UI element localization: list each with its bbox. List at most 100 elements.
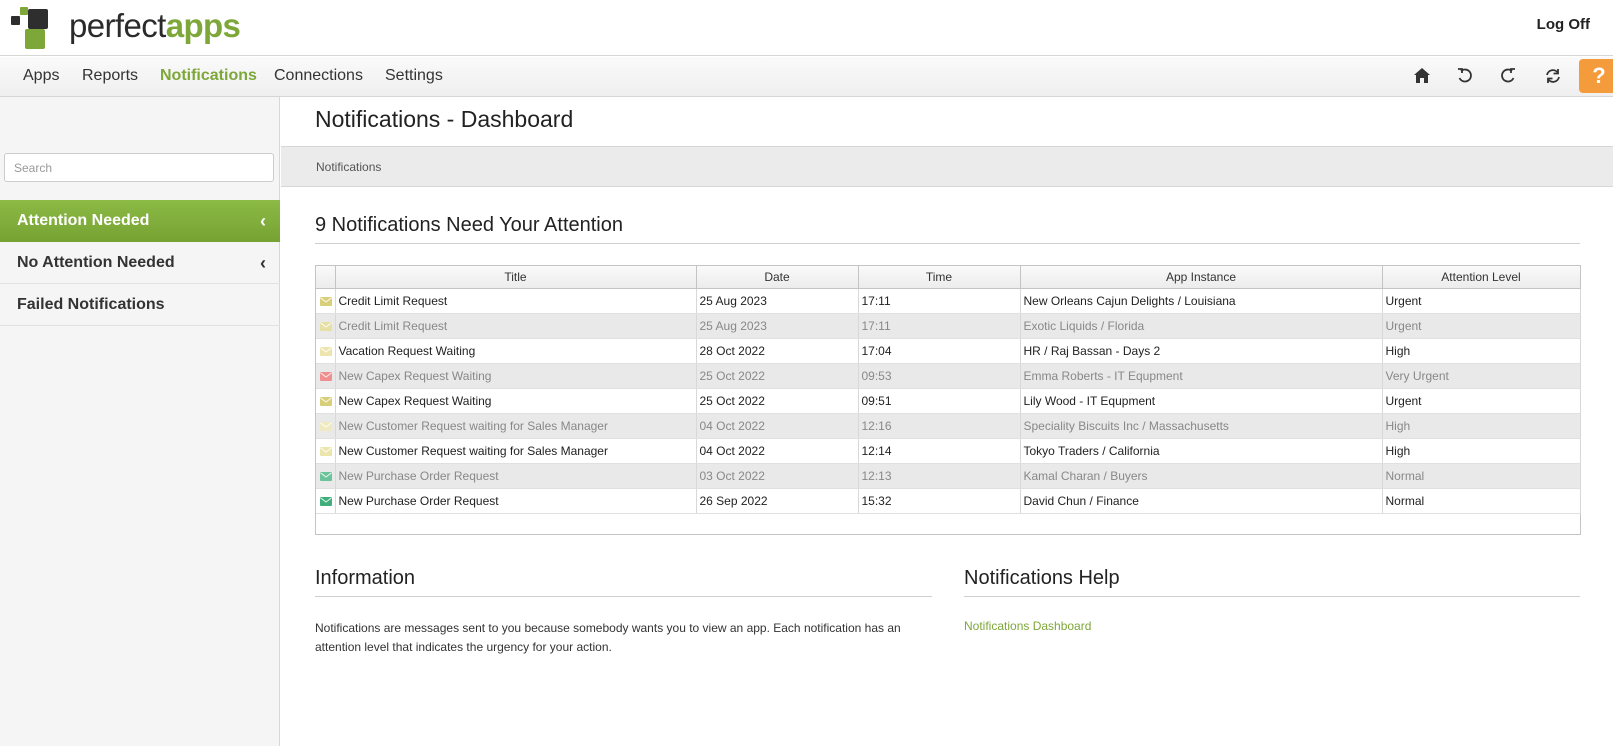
cell-date: 03 Oct 2022 (696, 463, 859, 489)
table-row[interactable]: New Customer Request waiting for Sales M… (316, 438, 1581, 464)
cell-app-instance: Kamal Charan / Buyers (1020, 463, 1383, 489)
sidebar-item-no-attention-needed[interactable]: No Attention Needed ‹ (0, 242, 280, 284)
cell-title: Vacation Request Waiting (335, 338, 697, 364)
notification-status-cell (316, 313, 336, 339)
cell-attention-level: Urgent (1382, 313, 1581, 339)
column-header-attention-level[interactable]: Attention Level (1382, 266, 1581, 289)
home-icon[interactable] (1411, 65, 1433, 87)
column-header-time[interactable]: Time (858, 266, 1021, 289)
sidebar: Attention Needed ‹ No Attention Needed ‹… (0, 97, 280, 746)
cell-attention-level: High (1382, 438, 1581, 464)
envelope-icon (320, 346, 333, 356)
breadcrumb-item[interactable]: Notifications (316, 160, 381, 174)
cell-title: New Customer Request waiting for Sales M… (335, 438, 697, 464)
help-button[interactable]: ? (1579, 59, 1613, 93)
column-header-icon (316, 266, 336, 289)
notification-status-cell (316, 288, 336, 314)
envelope-icon (320, 321, 333, 331)
table-row[interactable]: New Purchase Order Request 03 Oct 2022 12:… (316, 463, 1581, 489)
table-row[interactable]: Credit Limit Request 25 Aug 2023 17:11 Exot… (316, 313, 1581, 339)
table-header-row: Title Date Time App Instance Attention L… (316, 266, 1581, 289)
column-header-date[interactable]: Date (696, 266, 859, 289)
notification-status-cell (316, 463, 336, 489)
sidebar-item-failed-notifications[interactable]: Failed Notifications (0, 284, 280, 326)
envelope-icon (320, 371, 333, 381)
envelope-icon (320, 471, 333, 481)
information-text: Notifications are messages sent to you b… (315, 621, 901, 654)
cell-time: 12:14 (858, 438, 1021, 464)
brand-name[interactable]: perfectapps (69, 6, 241, 46)
chevron-left-icon: ‹ (260, 253, 266, 273)
cell-time: 09:53 (858, 363, 1021, 389)
cell-title: New Customer Request waiting for Sales M… (335, 413, 697, 439)
nav-settings[interactable]: Settings (385, 67, 443, 85)
sidebar-item-label: Attention Needed (17, 212, 150, 229)
notification-status-cell (316, 438, 336, 464)
table-row[interactable]: New Customer Request waiting for Sales M… (316, 413, 1581, 439)
column-header-app-instance[interactable]: App Instance (1020, 266, 1383, 289)
sidebar-item-label: Failed Notifications (17, 296, 165, 313)
cell-time: 09:51 (858, 388, 1021, 414)
perfectapps-logo[interactable] (11, 5, 59, 51)
cell-time: 15:32 (858, 488, 1021, 514)
nav-reports[interactable]: Reports (82, 67, 138, 85)
log-off-link[interactable]: Log Off (1537, 16, 1590, 33)
envelope-icon (320, 396, 333, 406)
notification-status-cell (316, 413, 336, 439)
cell-date: 28 Oct 2022 (696, 338, 859, 364)
notification-status-cell (316, 388, 336, 414)
information-heading: Information (315, 567, 932, 597)
undo-icon[interactable] (1454, 65, 1476, 87)
cell-time: 12:13 (858, 463, 1021, 489)
table-row[interactable]: Credit Limit Request 25 Aug 2023 17:11 New … (316, 288, 1581, 314)
cell-date: 25 Oct 2022 (696, 363, 859, 389)
cell-attention-level: Normal (1382, 463, 1581, 489)
redo-icon[interactable] (1497, 65, 1519, 87)
sync-icon[interactable] (1542, 65, 1564, 87)
cell-time: 12:16 (858, 413, 1021, 439)
envelope-icon (320, 421, 333, 431)
cell-time: 17:11 (858, 313, 1021, 339)
cell-date: 25 Oct 2022 (696, 388, 859, 414)
sidebar-item-attention-needed[interactable]: Attention Needed ‹ (0, 200, 280, 242)
cell-app-instance: David Chun / Finance (1020, 488, 1383, 514)
notifications-dashboard-link[interactable]: Notifications Dashboard (964, 619, 1091, 633)
notification-status-cell (316, 363, 336, 389)
nav-apps[interactable]: Apps (23, 67, 59, 85)
cell-app-instance: HR / Raj Bassan - Days 2 (1020, 338, 1383, 364)
cell-time: 17:11 (858, 288, 1021, 314)
cell-app-instance: Exotic Liquids / Florida (1020, 313, 1383, 339)
envelope-icon (320, 296, 333, 306)
column-header-title[interactable]: Title (335, 266, 697, 289)
cell-title: Credit Limit Request (335, 288, 697, 314)
cell-app-instance: Tokyo Traders / California (1020, 438, 1383, 464)
page-title: Notifications - Dashboard (315, 106, 574, 132)
cell-app-instance: New Orleans Cajun Delights / Louisiana (1020, 288, 1383, 314)
cell-date: 04 Oct 2022 (696, 413, 859, 439)
notifications-help-heading: Notifications Help (964, 567, 1580, 597)
cell-app-instance: Speciality Biscuits Inc / Massachusetts (1020, 413, 1383, 439)
search-input[interactable] (4, 153, 274, 182)
chevron-left-icon: ‹ (260, 211, 266, 231)
cell-date: 04 Oct 2022 (696, 438, 859, 464)
envelope-icon (320, 496, 333, 506)
breadcrumb: Notifications (281, 146, 1613, 187)
table-row[interactable]: Vacation Request Waiting 28 Oct 2022 17:04… (316, 338, 1581, 364)
cell-title: Credit Limit Request (335, 313, 697, 339)
cell-app-instance: Lily Wood - IT Equpment (1020, 388, 1383, 414)
cell-title: New Purchase Order Request (335, 488, 697, 514)
table-row[interactable]: New Capex Request Waiting 25 Oct 2022 09:5… (316, 363, 1581, 389)
cell-title: New Purchase Order Request (335, 463, 697, 489)
table-row[interactable]: New Capex Request Waiting 25 Oct 2022 09:5… (316, 388, 1581, 414)
cell-attention-level: High (1382, 338, 1581, 364)
nav-notifications[interactable]: Notifications (160, 67, 257, 85)
cell-attention-level: Very Urgent (1382, 363, 1581, 389)
cell-date: 25 Aug 2023 (696, 313, 859, 339)
table-row[interactable]: New Purchase Order Request 26 Sep 2022 15:… (316, 488, 1581, 514)
cell-time: 17:04 (858, 338, 1021, 364)
top-header: perfectapps Log Off (0, 0, 1613, 56)
cell-title: New Capex Request Waiting (335, 363, 697, 389)
cell-attention-level: Normal (1382, 488, 1581, 514)
cell-date: 25 Aug 2023 (696, 288, 859, 314)
nav-connections[interactable]: Connections (274, 67, 363, 85)
